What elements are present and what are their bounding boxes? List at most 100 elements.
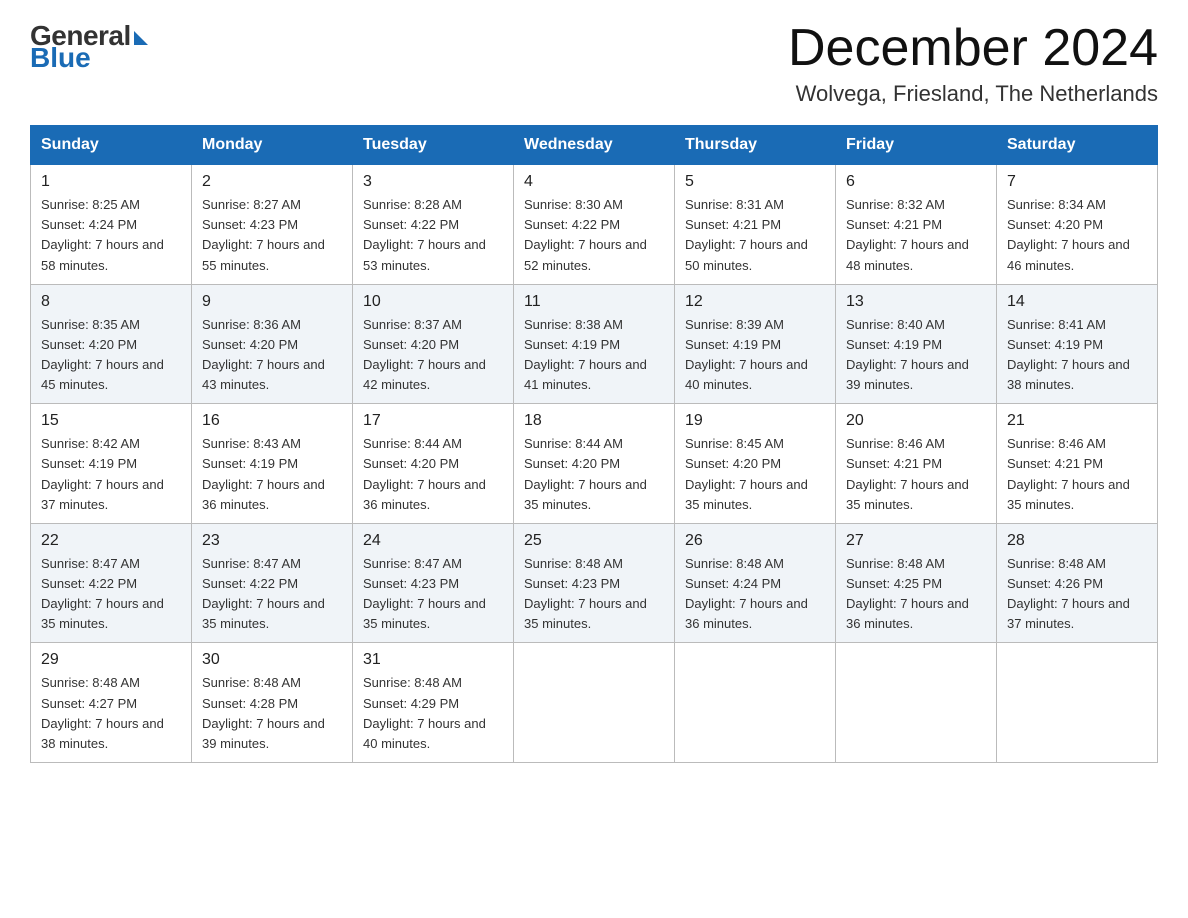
weekday-header-friday: Friday [836, 126, 997, 165]
calendar-day-28: 28 Sunrise: 8:48 AMSunset: 4:26 PMDaylig… [997, 523, 1158, 643]
day-number: 1 [41, 173, 181, 191]
day-number: 21 [1007, 412, 1147, 430]
day-number: 31 [363, 651, 503, 669]
calendar-day-22: 22 Sunrise: 8:47 AMSunset: 4:22 PMDaylig… [31, 523, 192, 643]
day-info: Sunrise: 8:25 AMSunset: 4:24 PMDaylight:… [41, 197, 164, 272]
day-info: Sunrise: 8:44 AMSunset: 4:20 PMDaylight:… [524, 436, 647, 511]
calendar-day-29: 29 Sunrise: 8:48 AMSunset: 4:27 PMDaylig… [31, 643, 192, 763]
calendar-day-10: 10 Sunrise: 8:37 AMSunset: 4:20 PMDaylig… [353, 284, 514, 404]
day-info: Sunrise: 8:35 AMSunset: 4:20 PMDaylight:… [41, 317, 164, 392]
day-info: Sunrise: 8:45 AMSunset: 4:20 PMDaylight:… [685, 436, 808, 511]
day-number: 7 [1007, 173, 1147, 191]
day-info: Sunrise: 8:38 AMSunset: 4:19 PMDaylight:… [524, 317, 647, 392]
day-number: 14 [1007, 293, 1147, 311]
calendar-day-21: 21 Sunrise: 8:46 AMSunset: 4:21 PMDaylig… [997, 404, 1158, 524]
logo-arrow-icon [134, 31, 148, 45]
calendar-day-6: 6 Sunrise: 8:32 AMSunset: 4:21 PMDayligh… [836, 165, 997, 285]
day-number: 12 [685, 293, 825, 311]
calendar-day-18: 18 Sunrise: 8:44 AMSunset: 4:20 PMDaylig… [514, 404, 675, 524]
day-number: 15 [41, 412, 181, 430]
day-number: 29 [41, 651, 181, 669]
day-info: Sunrise: 8:39 AMSunset: 4:19 PMDaylight:… [685, 317, 808, 392]
day-info: Sunrise: 8:43 AMSunset: 4:19 PMDaylight:… [202, 436, 325, 511]
calendar-day-11: 11 Sunrise: 8:38 AMSunset: 4:19 PMDaylig… [514, 284, 675, 404]
day-info: Sunrise: 8:48 AMSunset: 4:27 PMDaylight:… [41, 675, 164, 750]
calendar-day-7: 7 Sunrise: 8:34 AMSunset: 4:20 PMDayligh… [997, 165, 1158, 285]
day-number: 5 [685, 173, 825, 191]
day-number: 19 [685, 412, 825, 430]
weekday-header-thursday: Thursday [675, 126, 836, 165]
day-info: Sunrise: 8:46 AMSunset: 4:21 PMDaylight:… [1007, 436, 1130, 511]
day-info: Sunrise: 8:42 AMSunset: 4:19 PMDaylight:… [41, 436, 164, 511]
day-info: Sunrise: 8:30 AMSunset: 4:22 PMDaylight:… [524, 197, 647, 272]
day-info: Sunrise: 8:48 AMSunset: 4:23 PMDaylight:… [524, 556, 647, 631]
calendar-day-31: 31 Sunrise: 8:48 AMSunset: 4:29 PMDaylig… [353, 643, 514, 763]
day-number: 22 [41, 532, 181, 550]
day-number: 24 [363, 532, 503, 550]
calendar-day-15: 15 Sunrise: 8:42 AMSunset: 4:19 PMDaylig… [31, 404, 192, 524]
calendar-week-4: 22 Sunrise: 8:47 AMSunset: 4:22 PMDaylig… [31, 523, 1158, 643]
calendar-day-14: 14 Sunrise: 8:41 AMSunset: 4:19 PMDaylig… [997, 284, 1158, 404]
calendar-week-5: 29 Sunrise: 8:48 AMSunset: 4:27 PMDaylig… [31, 643, 1158, 763]
day-number: 9 [202, 293, 342, 311]
empty-cell [514, 643, 675, 763]
calendar-day-19: 19 Sunrise: 8:45 AMSunset: 4:20 PMDaylig… [675, 404, 836, 524]
day-info: Sunrise: 8:32 AMSunset: 4:21 PMDaylight:… [846, 197, 969, 272]
day-info: Sunrise: 8:37 AMSunset: 4:20 PMDaylight:… [363, 317, 486, 392]
day-info: Sunrise: 8:47 AMSunset: 4:22 PMDaylight:… [202, 556, 325, 631]
day-number: 20 [846, 412, 986, 430]
calendar-day-5: 5 Sunrise: 8:31 AMSunset: 4:21 PMDayligh… [675, 165, 836, 285]
day-number: 11 [524, 293, 664, 311]
day-number: 26 [685, 532, 825, 550]
day-info: Sunrise: 8:48 AMSunset: 4:28 PMDaylight:… [202, 675, 325, 750]
weekday-header-saturday: Saturday [997, 126, 1158, 165]
calendar-week-1: 1 Sunrise: 8:25 AMSunset: 4:24 PMDayligh… [31, 165, 1158, 285]
empty-cell [836, 643, 997, 763]
day-info: Sunrise: 8:27 AMSunset: 4:23 PMDaylight:… [202, 197, 325, 272]
weekday-header-tuesday: Tuesday [353, 126, 514, 165]
day-number: 17 [363, 412, 503, 430]
month-title: December 2024 [788, 20, 1158, 77]
calendar-day-2: 2 Sunrise: 8:27 AMSunset: 4:23 PMDayligh… [192, 165, 353, 285]
day-info: Sunrise: 8:31 AMSunset: 4:21 PMDaylight:… [685, 197, 808, 272]
calendar-week-2: 8 Sunrise: 8:35 AMSunset: 4:20 PMDayligh… [31, 284, 1158, 404]
day-number: 8 [41, 293, 181, 311]
weekday-header-monday: Monday [192, 126, 353, 165]
weekday-header-sunday: Sunday [31, 126, 192, 165]
calendar-day-4: 4 Sunrise: 8:30 AMSunset: 4:22 PMDayligh… [514, 165, 675, 285]
day-number: 30 [202, 651, 342, 669]
day-info: Sunrise: 8:41 AMSunset: 4:19 PMDaylight:… [1007, 317, 1130, 392]
day-info: Sunrise: 8:34 AMSunset: 4:20 PMDaylight:… [1007, 197, 1130, 272]
day-info: Sunrise: 8:48 AMSunset: 4:26 PMDaylight:… [1007, 556, 1130, 631]
day-info: Sunrise: 8:47 AMSunset: 4:23 PMDaylight:… [363, 556, 486, 631]
day-number: 27 [846, 532, 986, 550]
day-number: 23 [202, 532, 342, 550]
day-number: 10 [363, 293, 503, 311]
calendar-day-3: 3 Sunrise: 8:28 AMSunset: 4:22 PMDayligh… [353, 165, 514, 285]
day-number: 16 [202, 412, 342, 430]
day-number: 18 [524, 412, 664, 430]
title-block: December 2024 Wolvega, Friesland, The Ne… [788, 20, 1158, 107]
calendar-day-27: 27 Sunrise: 8:48 AMSunset: 4:25 PMDaylig… [836, 523, 997, 643]
calendar-day-25: 25 Sunrise: 8:48 AMSunset: 4:23 PMDaylig… [514, 523, 675, 643]
day-number: 28 [1007, 532, 1147, 550]
calendar-day-9: 9 Sunrise: 8:36 AMSunset: 4:20 PMDayligh… [192, 284, 353, 404]
calendar-day-23: 23 Sunrise: 8:47 AMSunset: 4:22 PMDaylig… [192, 523, 353, 643]
calendar-day-17: 17 Sunrise: 8:44 AMSunset: 4:20 PMDaylig… [353, 404, 514, 524]
day-info: Sunrise: 8:48 AMSunset: 4:24 PMDaylight:… [685, 556, 808, 631]
day-number: 2 [202, 173, 342, 191]
day-info: Sunrise: 8:36 AMSunset: 4:20 PMDaylight:… [202, 317, 325, 392]
day-info: Sunrise: 8:48 AMSunset: 4:25 PMDaylight:… [846, 556, 969, 631]
calendar-day-12: 12 Sunrise: 8:39 AMSunset: 4:19 PMDaylig… [675, 284, 836, 404]
calendar-week-3: 15 Sunrise: 8:42 AMSunset: 4:19 PMDaylig… [31, 404, 1158, 524]
calendar-day-24: 24 Sunrise: 8:47 AMSunset: 4:23 PMDaylig… [353, 523, 514, 643]
logo: General Blue [30, 20, 148, 74]
calendar-table: SundayMondayTuesdayWednesdayThursdayFrid… [30, 125, 1158, 763]
calendar-day-13: 13 Sunrise: 8:40 AMSunset: 4:19 PMDaylig… [836, 284, 997, 404]
day-info: Sunrise: 8:47 AMSunset: 4:22 PMDaylight:… [41, 556, 164, 631]
calendar-day-16: 16 Sunrise: 8:43 AMSunset: 4:19 PMDaylig… [192, 404, 353, 524]
calendar-day-26: 26 Sunrise: 8:48 AMSunset: 4:24 PMDaylig… [675, 523, 836, 643]
day-number: 13 [846, 293, 986, 311]
empty-cell [997, 643, 1158, 763]
calendar-day-1: 1 Sunrise: 8:25 AMSunset: 4:24 PMDayligh… [31, 165, 192, 285]
